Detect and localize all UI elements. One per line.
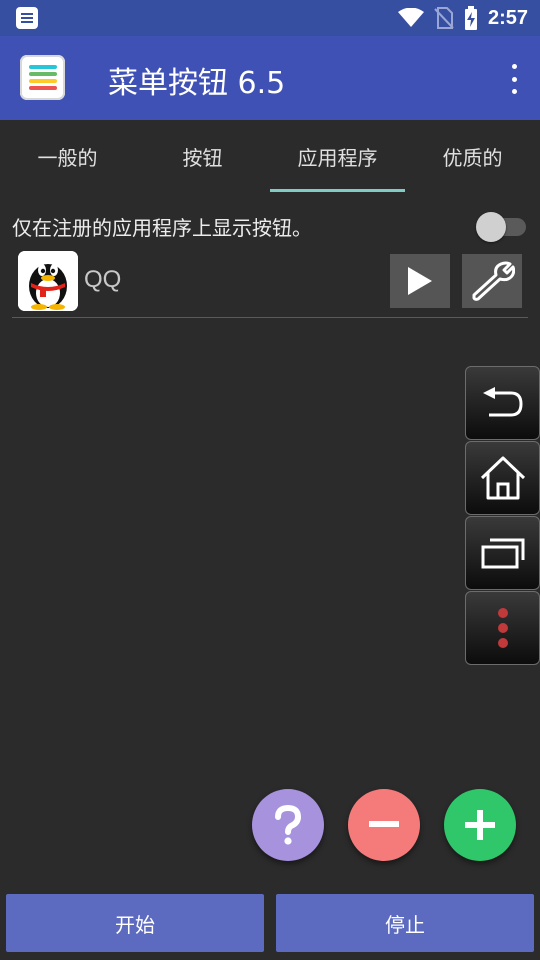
qq-penguin-icon	[18, 251, 78, 311]
recents-icon	[481, 538, 524, 569]
wifi-icon	[397, 8, 424, 27]
home-button[interactable]	[465, 441, 540, 515]
minus-icon	[369, 821, 399, 827]
remove-button[interactable]	[348, 789, 420, 861]
more-vert-icon[interactable]	[506, 64, 522, 94]
back-button[interactable]	[465, 366, 540, 440]
menu-button-app-icon	[20, 55, 65, 100]
start-button[interactable]: 开始	[6, 894, 264, 952]
tab-applications[interactable]: 应用程序	[270, 120, 405, 192]
wrench-icon	[472, 261, 515, 301]
play-button[interactable]	[390, 254, 450, 308]
notification-icon	[16, 7, 38, 29]
play-icon	[408, 267, 432, 295]
more-options-button[interactable]	[465, 591, 540, 665]
tab-general[interactable]: 一般的	[0, 120, 135, 192]
plus-icon	[465, 810, 495, 840]
more-dots-icon	[497, 608, 508, 648]
status-bar: 2:57	[0, 0, 540, 36]
floating-menu-buttons	[465, 366, 540, 666]
add-button[interactable]	[444, 789, 516, 861]
help-icon	[275, 805, 302, 845]
status-time: 2:57	[487, 6, 528, 29]
register-only-label: 仅在注册的应用程序上显示按钮。	[12, 215, 312, 240]
list-item[interactable]: QQ	[12, 250, 528, 318]
app-name: QQ	[84, 266, 122, 293]
tab-premium[interactable]: 优质的	[405, 120, 540, 192]
tab-buttons[interactable]: 按钮	[135, 120, 270, 192]
battery-charging-icon	[464, 6, 477, 30]
register-only-switch[interactable]	[476, 212, 528, 242]
tab-bar: 一般的 按钮 应用程序 优质的	[0, 120, 540, 192]
register-only-row: 仅在注册的应用程序上显示按钮。	[12, 204, 528, 248]
home-icon	[480, 456, 525, 500]
help-button[interactable]	[252, 789, 324, 861]
stop-button[interactable]: 停止	[276, 894, 534, 952]
app-title: 菜单按钮 6.5	[108, 66, 286, 101]
recents-button[interactable]	[465, 516, 540, 590]
app-bar: 菜单按钮 6.5	[0, 36, 540, 120]
app-settings-button[interactable]	[462, 254, 522, 308]
no-sim-icon	[434, 7, 454, 29]
back-icon	[482, 387, 523, 417]
